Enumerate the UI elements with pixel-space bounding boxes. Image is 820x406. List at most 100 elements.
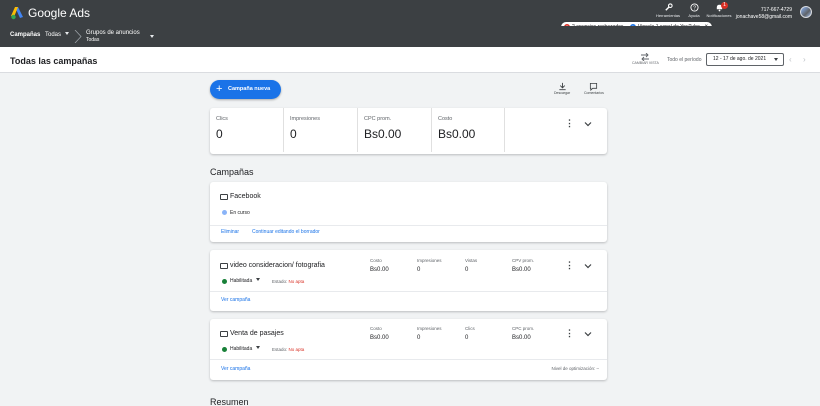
continue-editing-link[interactable]: Continuar editando el borrador [252, 229, 320, 235]
column-cost: Costo Bs0.00 [370, 326, 389, 341]
campaign-status-dropdown[interactable]: Habilitada [230, 346, 261, 352]
help-icon: ? [689, 3, 699, 12]
estado-label: Estado: [272, 347, 288, 352]
view-campaign-link[interactable]: Ver campaña [221, 297, 250, 303]
campaign-card-facebook: Facebook En curso Eliminar Continuar edi… [210, 182, 607, 242]
metric-label: Costo [438, 116, 453, 122]
status-dot [222, 210, 227, 215]
column-value: 0 [465, 335, 469, 341]
caret-down-icon [774, 58, 778, 61]
campaign-name[interactable]: Venta de pasajes [230, 330, 284, 337]
column-value: 0 [417, 335, 421, 341]
page-header: Todas las campañas CAMBIAR VISTA Todo el… [0, 47, 820, 73]
column-label: Costo [370, 326, 382, 331]
metric-clicks[interactable]: Clics 0 [210, 108, 284, 152]
previous-period-icon[interactable]: ‹ [789, 55, 792, 64]
caret-down-icon [65, 32, 70, 35]
campaign-card-pasajes: Venta de pasajes Habilitada Estado: No a… [210, 319, 607, 380]
period-label: Todo el período [667, 57, 702, 63]
status-dot [222, 279, 227, 284]
nav-campaigns[interactable]: Campañas [10, 32, 40, 38]
metric-value: Bs0.00 [438, 127, 476, 141]
column-value: Bs0.00 [512, 267, 531, 273]
column-label: CPC prom. [512, 326, 535, 331]
nav-filter-label: Todas [45, 32, 62, 38]
column-label: Impresiones [417, 258, 442, 263]
change-view-button[interactable]: CAMBIAR VISTA [632, 53, 659, 65]
account-info[interactable]: 717-667-4729 jonachave58@gmail.com [736, 7, 792, 21]
campaign-status: En curso [230, 210, 250, 216]
view-campaign-link[interactable]: Ver campaña [221, 366, 250, 372]
metric-impressions[interactable]: Impresiones 0 [284, 108, 358, 152]
caret-down-icon[interactable] [150, 35, 154, 38]
nav-ad-groups-sub: Todas [86, 37, 100, 43]
metric-label: Clics [216, 116, 228, 122]
comment-icon [590, 82, 598, 91]
divider [210, 359, 607, 360]
column-value: Bs0.00 [370, 267, 389, 273]
notification-badge: 1 [721, 2, 728, 9]
optimization-score[interactable]: Nivel de optimización: – [551, 366, 599, 371]
campaign-card-video: video consideracion/ fotografia Habilita… [210, 250, 607, 311]
chevron-down-icon[interactable] [583, 119, 593, 129]
estado-label: Estado: [272, 279, 288, 284]
account-email: jonachave58@gmail.com [735, 14, 792, 20]
campaigns-section-title: Campañas [210, 167, 254, 177]
campaign-name[interactable]: video consideracion/ fotografia [230, 262, 325, 269]
page-title: Todas las campañas [10, 56, 98, 66]
column-label: Costo [370, 258, 382, 263]
column-clicks: Clics 0 [465, 326, 475, 341]
estado-value[interactable]: No apta [289, 279, 305, 284]
delete-draft-link[interactable]: Eliminar [221, 229, 239, 235]
estado-value[interactable]: No apta [289, 347, 305, 352]
metric-avg-cpc[interactable]: CPC prom. Bs0.00 [358, 108, 432, 152]
divider [210, 225, 607, 226]
avatar[interactable] [800, 6, 812, 18]
chevron-down-icon[interactable] [583, 261, 593, 271]
more-options-icon[interactable]: ⋮ [565, 261, 574, 270]
caret-down-icon [256, 346, 261, 349]
download-button[interactable]: Descargar [554, 82, 570, 95]
change-view-label: CAMBIAR VISTA [632, 61, 659, 65]
column-impressions: Impresiones 0 [417, 258, 442, 273]
metric-label: Impresiones [290, 116, 320, 122]
chevron-right-icon [74, 30, 82, 43]
nav-campaign-filter[interactable]: Todas [45, 32, 70, 38]
comments-button[interactable]: Comentarios [584, 82, 604, 95]
status-dot [222, 347, 227, 352]
new-campaign-label: Campaña nueva [228, 86, 271, 92]
more-options-icon[interactable]: ⋮ [565, 329, 574, 338]
column-value: 0 [417, 267, 421, 273]
new-campaign-button[interactable]: + Campaña nueva [210, 80, 281, 99]
chevron-down-icon[interactable] [583, 329, 593, 339]
metric-value: 0 [290, 127, 297, 141]
caret-down-icon [256, 278, 261, 281]
campaign-status: Habilitada [230, 346, 253, 352]
search-campaign-icon [220, 331, 228, 337]
column-avg-cpv: CPV prom. Bs0.00 [512, 258, 534, 273]
metric-value: Bs0.00 [364, 127, 402, 141]
column-value: 0 [465, 267, 469, 273]
notifications-label: Notificaciones [706, 13, 732, 18]
campaign-status-dropdown[interactable]: Habilitada [230, 278, 261, 284]
metric-value: 0 [216, 127, 223, 141]
column-label: Impresiones [417, 326, 442, 331]
more-options-icon[interactable]: ⋮ [565, 119, 574, 128]
campaign-eligibility: Estado: No apta [272, 347, 304, 352]
date-range-picker[interactable]: 12 - 17 de ago. de 2021 [706, 53, 784, 66]
account-phone: 717-667-4729 [760, 7, 792, 13]
nav-bar: Campañas Todas Grupos de anuncios Todas [0, 26, 820, 47]
swap-icon [641, 53, 650, 61]
metric-cost[interactable]: Costo Bs0.00 [432, 108, 505, 152]
column-impressions: Impresiones 0 [417, 326, 442, 341]
column-value: Bs0.00 [370, 335, 389, 341]
download-label: Descargar [554, 91, 571, 95]
google-ads-logo-icon[interactable] [10, 6, 24, 20]
notifications-button[interactable]: 1 Notificaciones [704, 2, 734, 18]
campaign-name[interactable]: Facebook [230, 193, 261, 200]
nav-ad-groups[interactable]: Grupos de anuncios Todas [86, 30, 140, 44]
brand-name: Google Ads [28, 6, 91, 20]
nav-ad-groups-label: Grupos de anuncios [86, 30, 140, 36]
comments-label: Comentarios [584, 91, 604, 95]
next-period-icon[interactable]: › [803, 55, 806, 64]
